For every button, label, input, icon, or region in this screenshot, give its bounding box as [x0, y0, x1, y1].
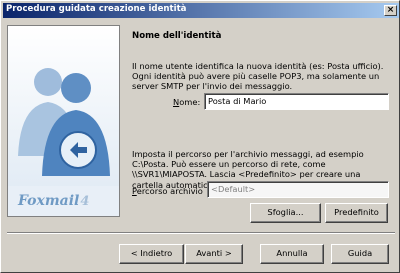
title-bar[interactable]: Procedura guidata creazione identità × — [3, 3, 399, 18]
next-button[interactable]: Avanti > — [185, 244, 243, 264]
separator — [7, 232, 395, 234]
default-button[interactable]: Predefinito — [325, 203, 388, 223]
close-button[interactable]: × — [384, 5, 397, 16]
logo-name: Foxmail — [18, 193, 80, 209]
name-label: Nome: — [173, 97, 200, 107]
wizard-window: Procedura guidata creazione identità × F… — [0, 0, 400, 273]
identity-description: Il nome utente identifica la nuova ident… — [132, 61, 384, 92]
path-label: Percorso archivio — [132, 186, 203, 196]
name-input[interactable]: Posta di Mario — [204, 93, 389, 110]
wizard-banner: Foxmail4 — [7, 25, 120, 217]
page-title: Nome dell'identità — [132, 31, 222, 41]
archive-path-value: <Default> — [211, 184, 256, 194]
wizard-content: Nome dell'identità Il nome utente identi… — [124, 25, 395, 217]
browse-button[interactable]: Sfoglia... — [250, 203, 321, 223]
users-illustration-icon — [8, 26, 119, 216]
close-icon: × — [386, 5, 395, 15]
foxmail-logo: Foxmail4 — [18, 193, 89, 209]
window-title: Procedura guidata creazione identità — [6, 4, 187, 14]
name-input-value: Posta di Mario — [208, 96, 267, 106]
logo-version: 4 — [80, 194, 90, 209]
path-label-rest: ercorso archivio — [136, 186, 203, 196]
help-button[interactable]: Guida — [331, 244, 389, 264]
name-label-rest: ome: — [179, 97, 201, 107]
archive-path-input[interactable]: <Default> — [207, 181, 389, 198]
cancel-button[interactable]: Annulla — [260, 244, 324, 264]
back-button[interactable]: < Indietro — [119, 244, 184, 264]
